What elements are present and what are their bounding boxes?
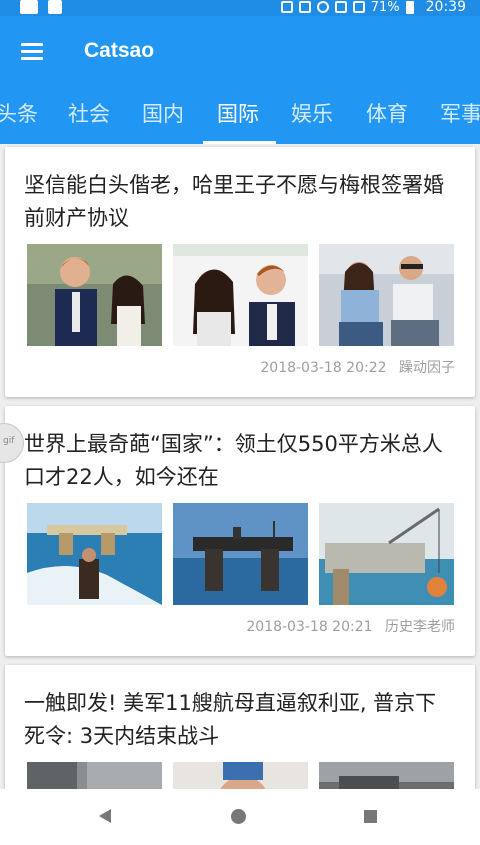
thumbnail-row <box>27 244 457 346</box>
news-card[interactable]: 坚信能白头偕老，哈里王子不愿与梅根签署婚前财产协议 2018-03-18 20:… <box>5 147 475 397</box>
back-icon[interactable] <box>99 809 111 823</box>
clock: 20:39 <box>425 0 466 15</box>
status-bar: 71% 20:39 <box>0 0 480 16</box>
news-thumbnail[interactable] <box>173 762 308 789</box>
news-title[interactable]: 坚信能白头偕老，哈里王子不愿与梅根签署婚前财产协议 <box>24 169 456 235</box>
news-meta: 2018-03-18 20:21 历史李老师 <box>246 616 455 636</box>
news-thumbnail[interactable] <box>319 503 454 605</box>
app-title: Catsao <box>84 39 155 62</box>
home-icon[interactable] <box>231 809 246 824</box>
news-card[interactable]: 一触即发! 美军11艘航母直逼叙利亚, 普京下死令: 3天内结束战斗 <box>5 665 475 789</box>
news-thumbnail[interactable] <box>319 762 454 789</box>
sea-platform-crane-photo-icon <box>319 503 454 605</box>
sea-fort-boat-photo-icon <box>27 503 162 605</box>
portrait-photo-icon <box>173 762 308 789</box>
news-title[interactable]: 一触即发! 美军11艘航母直逼叙利亚, 普京下死令: 3天内结束战斗 <box>24 687 456 753</box>
news-card[interactable]: 世界上最奇葩“国家”：领土仅550平方米总人口才22人，如今还在 2018-03… <box>5 406 475 656</box>
news-thumbnail[interactable] <box>27 503 162 605</box>
app-bar: Catsao <box>0 16 480 90</box>
signal-icon <box>352 1 365 13</box>
royal-couple-photo-icon <box>27 244 162 346</box>
wifi-icon <box>334 1 347 13</box>
tab-entertainment[interactable]: 娱乐 <box>291 98 333 128</box>
tab-military[interactable]: 军事 <box>440 98 480 128</box>
news-feed[interactable]: 坚信能白头偕老，哈里王子不愿与梅根签署婚前财产协议 2018-03-18 20:… <box>0 144 480 789</box>
battery-percent: 71% <box>370 0 400 15</box>
tab-international[interactable]: 国际 <box>217 98 259 128</box>
sea-fort-photo-icon <box>173 503 308 605</box>
menu-icon[interactable] <box>21 43 43 61</box>
sim-icon <box>48 0 62 14</box>
gif-label: gif <box>3 436 15 446</box>
alarm-icon <box>316 1 329 13</box>
military-photo-icon <box>319 762 454 789</box>
tab-society[interactable]: 社会 <box>68 98 110 128</box>
vibrate-icon <box>298 1 311 13</box>
cast-icon <box>280 1 293 13</box>
news-meta: 2018-03-18 20:22 躁动因子 <box>260 357 455 377</box>
news-time: 2018-03-18 20:21 <box>246 619 373 635</box>
couple-at-event-photo-icon <box>319 244 454 346</box>
tab-headline[interactable]: 头条 <box>0 98 38 128</box>
tab-domestic[interactable]: 国内 <box>142 98 184 128</box>
news-source: 历史李老师 <box>385 619 455 635</box>
news-title[interactable]: 世界上最奇葩“国家”：领土仅550平方米总人口才22人，如今还在 <box>24 428 456 494</box>
news-thumbnail[interactable] <box>27 762 162 789</box>
news-time: 2018-03-18 20:22 <box>260 360 387 376</box>
royal-couple-photo-icon <box>173 244 308 346</box>
notification-icon <box>20 0 38 14</box>
news-thumbnail[interactable] <box>173 503 308 605</box>
recent-apps-icon[interactable] <box>364 810 377 823</box>
thumbnail-row <box>27 503 457 605</box>
news-source: 躁动因子 <box>399 360 455 376</box>
street-photo-icon <box>27 762 162 789</box>
category-tabs: 头条 社会 国内 国际 娱乐 体育 军事 <box>0 90 480 144</box>
news-thumbnail[interactable] <box>27 244 162 346</box>
thumbnail-row <box>27 762 457 789</box>
tab-sports[interactable]: 体育 <box>366 98 408 128</box>
system-nav-bar <box>0 789 480 845</box>
news-thumbnail[interactable] <box>319 244 454 346</box>
battery-icon <box>405 0 414 14</box>
news-thumbnail[interactable] <box>173 244 308 346</box>
